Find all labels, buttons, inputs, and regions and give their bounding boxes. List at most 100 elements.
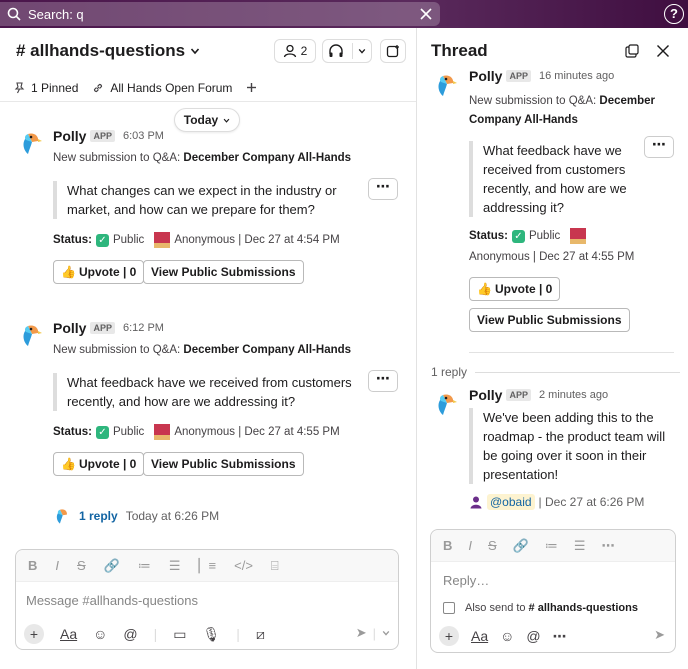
italic-icon[interactable]: I [468, 538, 472, 553]
more-actions-button[interactable]: ⋯ [368, 178, 398, 200]
mention-icon[interactable]: @ [123, 626, 137, 642]
send-icon[interactable]: ➤ [356, 625, 367, 641]
canvas-button[interactable] [380, 39, 406, 63]
bold-icon[interactable]: B [443, 538, 452, 553]
blockquote-icon[interactable]: ▏≡ [199, 558, 217, 574]
submission-intro: New submission to Q&A: December Company … [53, 152, 351, 164]
composer-actions: + Aa ☺ @ ⋯ [439, 626, 567, 646]
compose-icon [386, 45, 399, 58]
link-icon [94, 83, 103, 92]
close-icon[interactable] [418, 6, 434, 22]
chevron-down-icon[interactable] [358, 47, 366, 55]
formatting-icon[interactable]: Aa [60, 626, 77, 642]
send-controls: ➤ | [356, 625, 390, 641]
author-name[interactable]: Polly [469, 68, 502, 84]
shortcuts-icon[interactable]: ⧄ [256, 626, 265, 643]
bulleted-list-icon[interactable]: ☰ [574, 538, 586, 554]
view-label: View Public Submissions [477, 313, 622, 327]
parrot-avatar-icon [438, 75, 457, 96]
reply-composer[interactable]: B I S 🔗 ≔ ☰ ⋯ Reply… Also send to # allh… [430, 529, 676, 653]
code-icon[interactable]: </> [234, 558, 253, 573]
chevron-down-icon[interactable] [190, 46, 200, 56]
member-count: 2 [300, 44, 308, 58]
bookmarks-bar: 1 Pinned All Hands Open Forum [0, 74, 416, 102]
help-icon[interactable]: ? [664, 4, 684, 24]
also-send-channel: # allhands-questions [528, 602, 638, 614]
numbered-list-icon[interactable]: ≔ [545, 538, 558, 554]
numbered-list-icon[interactable]: ≔ [138, 558, 151, 574]
user-mention[interactable]: @obaid [487, 494, 535, 510]
timestamp[interactable]: 6:12 PM [123, 322, 164, 334]
formatting-toolbar: B I S 🔗 ≔ ☰ ▏≡ </> ⌸ [16, 550, 398, 582]
view-submissions-button[interactable]: View Public Submissions [143, 452, 304, 476]
thread-title: Thread [431, 41, 488, 60]
parrot-avatar-icon [23, 133, 42, 154]
status-row: Status: ✓ Public Anonymous | Dec 27 at 4… [53, 424, 340, 440]
chevron-down-icon[interactable] [382, 629, 390, 637]
search-icon [7, 7, 21, 21]
formatting-icon[interactable]: Aa [471, 628, 488, 644]
microphone-icon[interactable]: 🎙 [203, 626, 221, 643]
status-label: Status: [53, 234, 92, 246]
code-block-icon[interactable]: ⌸ [271, 558, 279, 574]
timestamp[interactable]: 6:03 PM [123, 130, 164, 142]
thread-summary[interactable]: 1 reply Today at 6:26 PM [53, 507, 219, 525]
bulleted-list-icon[interactable]: ☰ [169, 558, 181, 574]
timestamp[interactable]: 16 minutes ago [539, 70, 614, 82]
italic-icon[interactable]: I [55, 558, 59, 573]
reply-count-link[interactable]: 1 reply [79, 509, 118, 523]
plus-icon[interactable]: + [24, 624, 44, 644]
send-icon[interactable]: ➤ [654, 627, 665, 643]
bookmark-label: 1 Pinned [31, 80, 79, 95]
person-icon [283, 44, 296, 58]
more-actions-button[interactable]: ⋯ [644, 136, 674, 158]
close-icon[interactable] [656, 44, 670, 58]
huddle-button[interactable] [322, 39, 372, 63]
members-button[interactable]: 2 [274, 39, 316, 63]
bookmark-pinned[interactable]: 1 Pinned [14, 81, 78, 95]
view-label: View Public Submissions [151, 265, 296, 279]
view-submissions-button[interactable]: View Public Submissions [143, 260, 304, 284]
channel-name[interactable]: # allhands-questions [16, 41, 185, 61]
status-meta: Anonymous | Dec 27 at 4:54 PM [174, 234, 340, 246]
reply-input[interactable]: Reply… [443, 573, 489, 588]
author-name[interactable]: Polly [53, 128, 86, 144]
popout-icon[interactable] [625, 44, 639, 58]
video-icon[interactable]: ▭ [173, 626, 186, 643]
more-actions-icon[interactable]: ⋯ [553, 628, 567, 645]
search-text: Search: q [28, 6, 84, 22]
author-name[interactable]: Polly [53, 320, 86, 336]
strikethrough-icon[interactable]: S [77, 558, 86, 573]
add-bookmark-button[interactable] [246, 82, 263, 93]
upvote-button[interactable]: 👍 Upvote | 0 [53, 260, 145, 284]
plus-icon [247, 83, 257, 92]
thumbs-up-icon: 👍 [61, 265, 76, 279]
message-composer[interactable]: B I S 🔗 ≔ ☰ ▏≡ </> ⌸ Message #allhands-q… [15, 549, 399, 650]
author-name[interactable]: Polly [469, 387, 502, 403]
emoji-icon[interactable]: ☺ [500, 628, 514, 644]
bold-icon[interactable]: B [28, 558, 37, 573]
question-quote: What feedback have we received from cust… [53, 373, 353, 411]
search-bar[interactable]: Search: q [0, 2, 440, 26]
strikethrough-icon[interactable]: S [488, 538, 497, 553]
upvote-button[interactable]: 👍 Upvote | 0 [53, 452, 145, 476]
emoji-icon[interactable]: ☺ [93, 626, 107, 642]
more-actions-button[interactable]: ⋯ [368, 370, 398, 392]
message-input[interactable]: Message #allhands-questions [26, 593, 198, 608]
link-icon[interactable]: 🔗 [513, 538, 529, 554]
mention-icon[interactable]: @ [526, 628, 540, 644]
date-divider[interactable]: Today [174, 108, 240, 132]
timestamp[interactable]: 2 minutes ago [539, 389, 608, 401]
plus-icon[interactable]: + [439, 626, 459, 646]
upvote-button[interactable]: 👍 Upvote | 0 [469, 277, 561, 301]
link-icon[interactable]: 🔗 [104, 558, 120, 574]
status-row: Status: ✓ Public Anonymous | Dec 27 at 4… [53, 232, 340, 248]
bookmark-link[interactable]: All Hands Open Forum [92, 81, 232, 95]
question-text: What feedback have we received from cust… [483, 143, 627, 215]
more-formatting-icon[interactable]: ⋯ [602, 538, 615, 554]
event-name: December Company All-Hands [183, 344, 352, 356]
separator: | [153, 626, 158, 642]
anonymous-icon [154, 232, 171, 248]
also-send-checkbox[interactable] [443, 602, 455, 614]
view-submissions-button[interactable]: View Public Submissions [469, 308, 630, 332]
